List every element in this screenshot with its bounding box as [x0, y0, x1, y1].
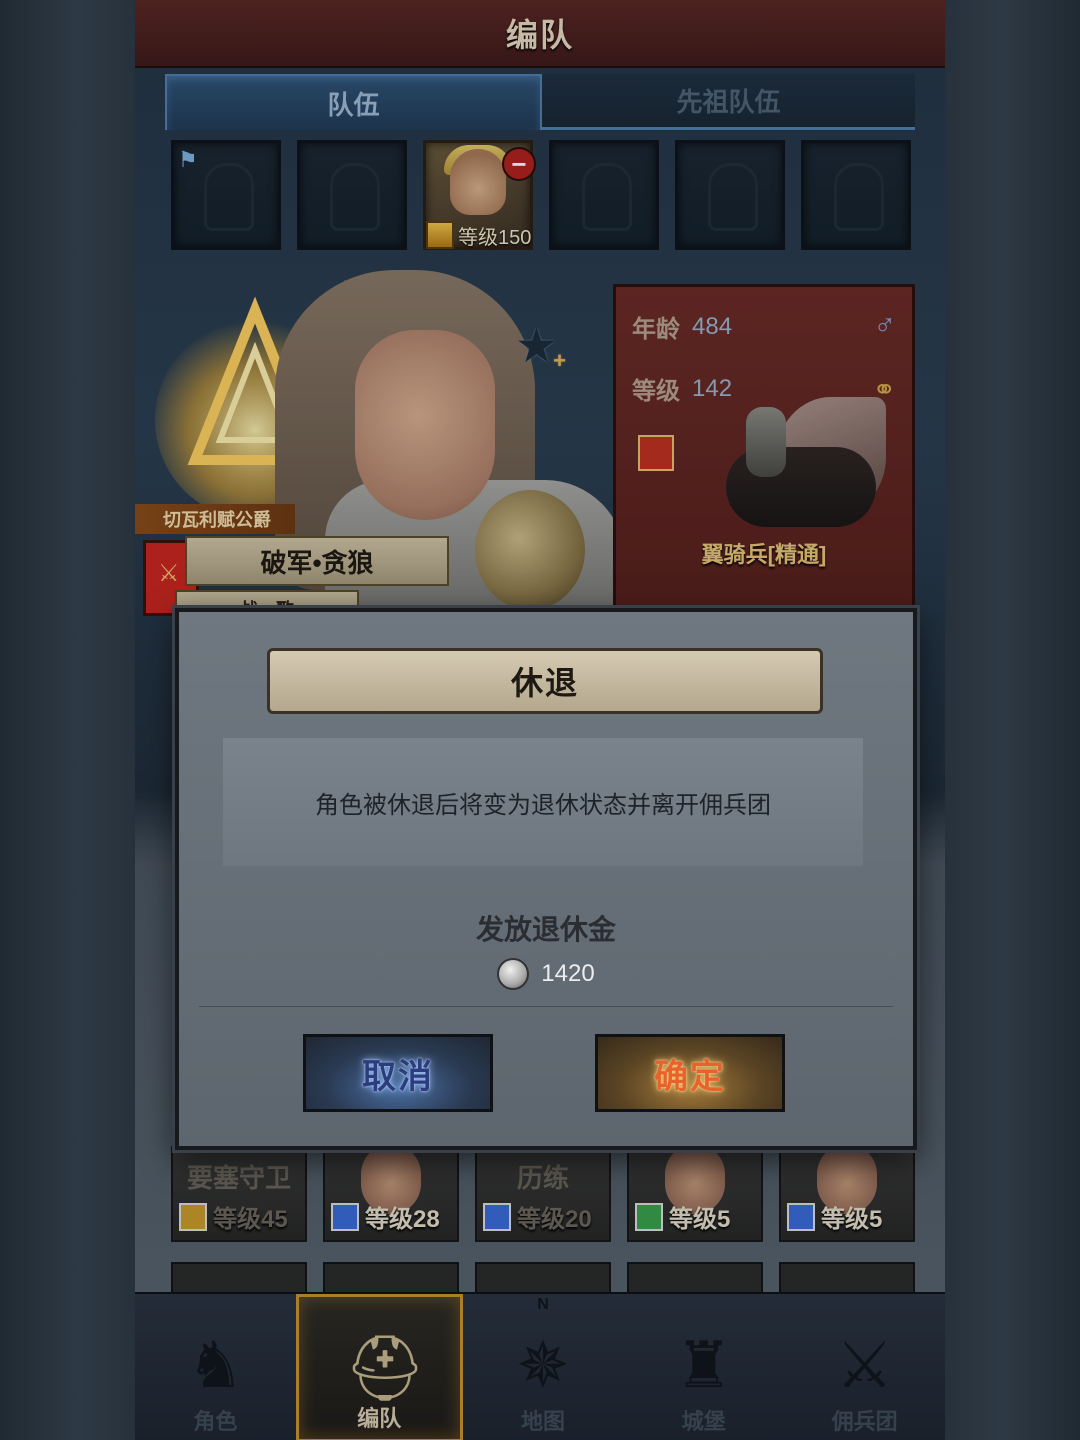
pension-amount: 1420 — [179, 958, 913, 990]
pension-label: 发放退休金 — [475, 914, 616, 945]
retire-dialog: 休退 角色被休退后将变为退休状态并离开佣兵团 发放退休金 1420 取消 确定 — [175, 608, 917, 1150]
silver-coin-icon — [497, 958, 530, 990]
pension-amount-value: 1420 — [541, 960, 595, 987]
right-background — [945, 0, 1080, 1440]
confirm-button-label: 确定 — [654, 1057, 726, 1096]
divider — [199, 1006, 893, 1007]
dialog-title: 休退 — [267, 648, 823, 714]
dialog-message: 角色被休退后将变为退休状态并离开佣兵团 — [223, 738, 863, 866]
left-background — [0, 0, 135, 1440]
cancel-button[interactable]: 取消 — [303, 1034, 493, 1112]
cancel-button-label: 取消 — [362, 1057, 434, 1096]
game-screen: 编队 队伍 先祖队伍 ⚑ − 等级150 ★ + 切瓦利赋公爵 ⚔ 破军•贪狼 … — [135, 0, 945, 1440]
confirm-button[interactable]: 确定 — [595, 1034, 785, 1112]
